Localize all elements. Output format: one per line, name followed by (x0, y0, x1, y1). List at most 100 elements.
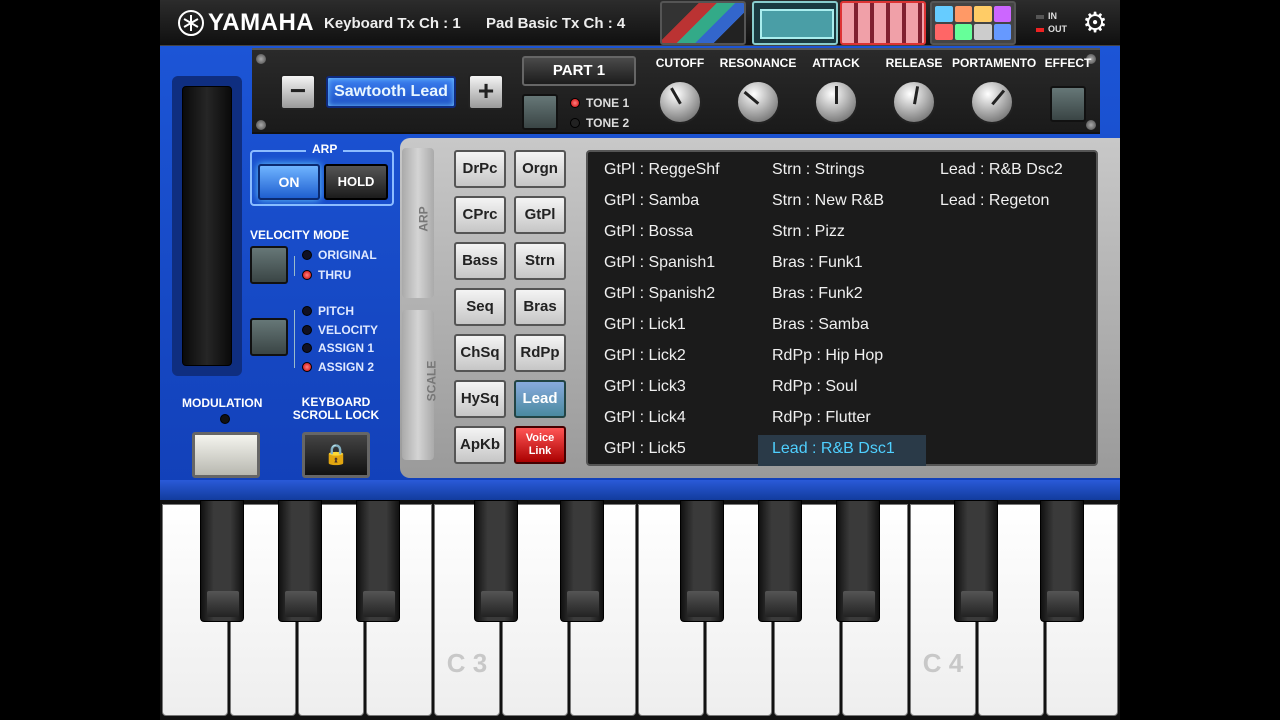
list-item[interactable]: RdPp : Flutter (758, 404, 926, 435)
gear-icon[interactable]: ⚙ (1080, 8, 1110, 38)
voice-prev-button[interactable]: − (280, 74, 316, 110)
synth-view-thumbnail[interactable] (752, 1, 838, 45)
arp-hold-button[interactable]: HOLD (324, 164, 388, 200)
list-item[interactable]: GtPl : Spanish2 (590, 280, 758, 311)
release-knob[interactable] (892, 80, 936, 124)
tone-select-button[interactable] (522, 94, 558, 130)
app-window: YAMAHA Keyboard Tx Ch : 1 Pad Basic Tx C… (160, 0, 1120, 720)
pitch-bend-wheel[interactable] (182, 86, 232, 366)
pad-tx-channel[interactable]: Pad Basic Tx Ch : 4 (486, 15, 625, 32)
list-item[interactable]: Lead : Regeton (926, 187, 1094, 218)
voice-list-column-2: Strn : Strings Strn : New R&B Strn : Piz… (758, 156, 926, 466)
category-rdpp-button[interactable]: RdPp (514, 334, 566, 372)
attack-label: ATTACK (812, 56, 860, 70)
velocity-mode-title: VELOCITY MODE (250, 228, 350, 242)
list-item[interactable]: Strn : New R&B (758, 187, 926, 218)
cutoff-knob[interactable] (658, 80, 702, 124)
part-select-button[interactable]: PART 1 (522, 56, 636, 86)
list-item[interactable]: Strn : Strings (758, 156, 926, 187)
black-key[interactable] (278, 500, 322, 622)
arp-on-button[interactable]: ON (258, 164, 320, 200)
list-item[interactable]: Lead : R&B Dsc2 (926, 156, 1094, 187)
resonance-knob[interactable] (736, 80, 780, 124)
category-cprc-button[interactable]: CPrc (454, 196, 506, 234)
black-key[interactable] (560, 500, 604, 622)
category-apkb-button[interactable]: ApKb (454, 426, 506, 464)
voice-control-bar: − Sawtooth Lead + PART 1 TONE 1 TONE 2 C… (252, 48, 1100, 134)
scroll-lock-label: KEYBOARD SCROLL LOCK (288, 396, 384, 422)
category-bass-button[interactable]: Bass (454, 242, 506, 280)
black-key[interactable] (836, 500, 880, 622)
list-item[interactable]: GtPl : Lick3 (590, 373, 758, 404)
black-key[interactable] (200, 500, 244, 622)
sequencer-view-thumbnail[interactable] (660, 1, 746, 45)
tab-arp[interactable]: ARP (402, 148, 434, 298)
keyboard-view-thumbnail[interactable] (840, 1, 926, 45)
screw-icon (1086, 120, 1096, 130)
category-orgn-button[interactable]: Orgn (514, 150, 566, 188)
black-key[interactable] (680, 500, 724, 622)
list-item[interactable]: Strn : Pizz (758, 218, 926, 249)
keyboard-tx-channel[interactable]: Keyboard Tx Ch : 1 (324, 15, 461, 32)
category-hysq-button[interactable]: HySq (454, 380, 506, 418)
scroll-lock-line2: SCROLL LOCK (292, 408, 380, 422)
voice-link-line2: Link (528, 445, 552, 457)
thru-led (302, 270, 312, 280)
midi-in-label: IN (1048, 11, 1057, 21)
tone1-led (570, 98, 580, 108)
voice-link-line1: Voice (525, 432, 555, 444)
category-strn-button[interactable]: Strn (514, 242, 566, 280)
category-drpc-button[interactable]: DrPc (454, 150, 506, 188)
velocity-thru-option: THRU (302, 268, 351, 282)
assign-select-button[interactable] (250, 318, 288, 356)
cutoff-label: CUTOFF (655, 56, 705, 70)
voice-name-display[interactable]: Sawtooth Lead (326, 76, 456, 108)
list-item[interactable]: GtPl : Lick4 (590, 404, 758, 435)
black-key[interactable] (954, 500, 998, 622)
black-key[interactable] (758, 500, 802, 622)
list-item[interactable]: GtPl : Lick5 (590, 435, 758, 466)
modulation-label: MODULATION (182, 396, 263, 410)
synth-body: − Sawtooth Lead + PART 1 TONE 1 TONE 2 C… (160, 46, 1120, 500)
modulation-button[interactable] (192, 432, 260, 478)
category-chsq-button[interactable]: ChSq (454, 334, 506, 372)
tab-scale[interactable]: SCALE (402, 310, 438, 460)
pads-view-thumbnail[interactable] (930, 1, 1016, 45)
assign1-option: ASSIGN 1 (302, 341, 374, 355)
yamaha-logo: YAMAHA (178, 8, 314, 38)
attack-knob[interactable] (814, 80, 858, 124)
category-bras-button[interactable]: Bras (514, 288, 566, 326)
effect-control: EFFECT (1028, 56, 1108, 70)
voice-next-button[interactable]: + (468, 74, 504, 110)
black-key[interactable] (1040, 500, 1084, 622)
list-item[interactable]: Bras : Funk2 (758, 280, 926, 311)
scroll-lock-button[interactable]: 🔒 (302, 432, 370, 478)
black-key[interactable] (474, 500, 518, 622)
effect-button[interactable] (1050, 86, 1086, 122)
list-item[interactable]: Bras : Samba (758, 311, 926, 342)
bracket-line (294, 256, 295, 276)
list-item[interactable]: Bras : Funk1 (758, 249, 926, 280)
list-item[interactable]: GtPl : Lick1 (590, 311, 758, 342)
midi-out-label: OUT (1048, 24, 1067, 34)
category-gtpl-button[interactable]: GtPl (514, 196, 566, 234)
voice-list-column-1: GtPl : ReggeShf GtPl : Samba GtPl : Boss… (590, 156, 758, 466)
voice-link-button[interactable]: Voice Link (514, 426, 566, 464)
list-item[interactable]: GtPl : Spanish1 (590, 249, 758, 280)
list-item[interactable]: GtPl : Bossa (590, 218, 758, 249)
portamento-knob[interactable] (970, 80, 1014, 124)
black-key[interactable] (356, 500, 400, 622)
list-item[interactable]: GtPl : ReggeShf (590, 156, 758, 187)
list-item[interactable]: GtPl : Samba (590, 187, 758, 218)
screw-icon (256, 120, 266, 130)
category-seq-button[interactable]: Seq (454, 288, 506, 326)
list-item[interactable]: GtPl : Lick2 (590, 342, 758, 373)
tuning-fork-icon (178, 10, 204, 36)
resonance-control: RESONANCE (718, 56, 798, 124)
list-item[interactable]: RdPp : Hip Hop (758, 342, 926, 373)
bracket-line (294, 310, 295, 368)
velocity-mode-button[interactable] (250, 246, 288, 284)
list-item[interactable]: RdPp : Soul (758, 373, 926, 404)
category-lead-button[interactable]: Lead (514, 380, 566, 418)
list-item-selected[interactable]: Lead : R&B Dsc1 (758, 435, 926, 466)
